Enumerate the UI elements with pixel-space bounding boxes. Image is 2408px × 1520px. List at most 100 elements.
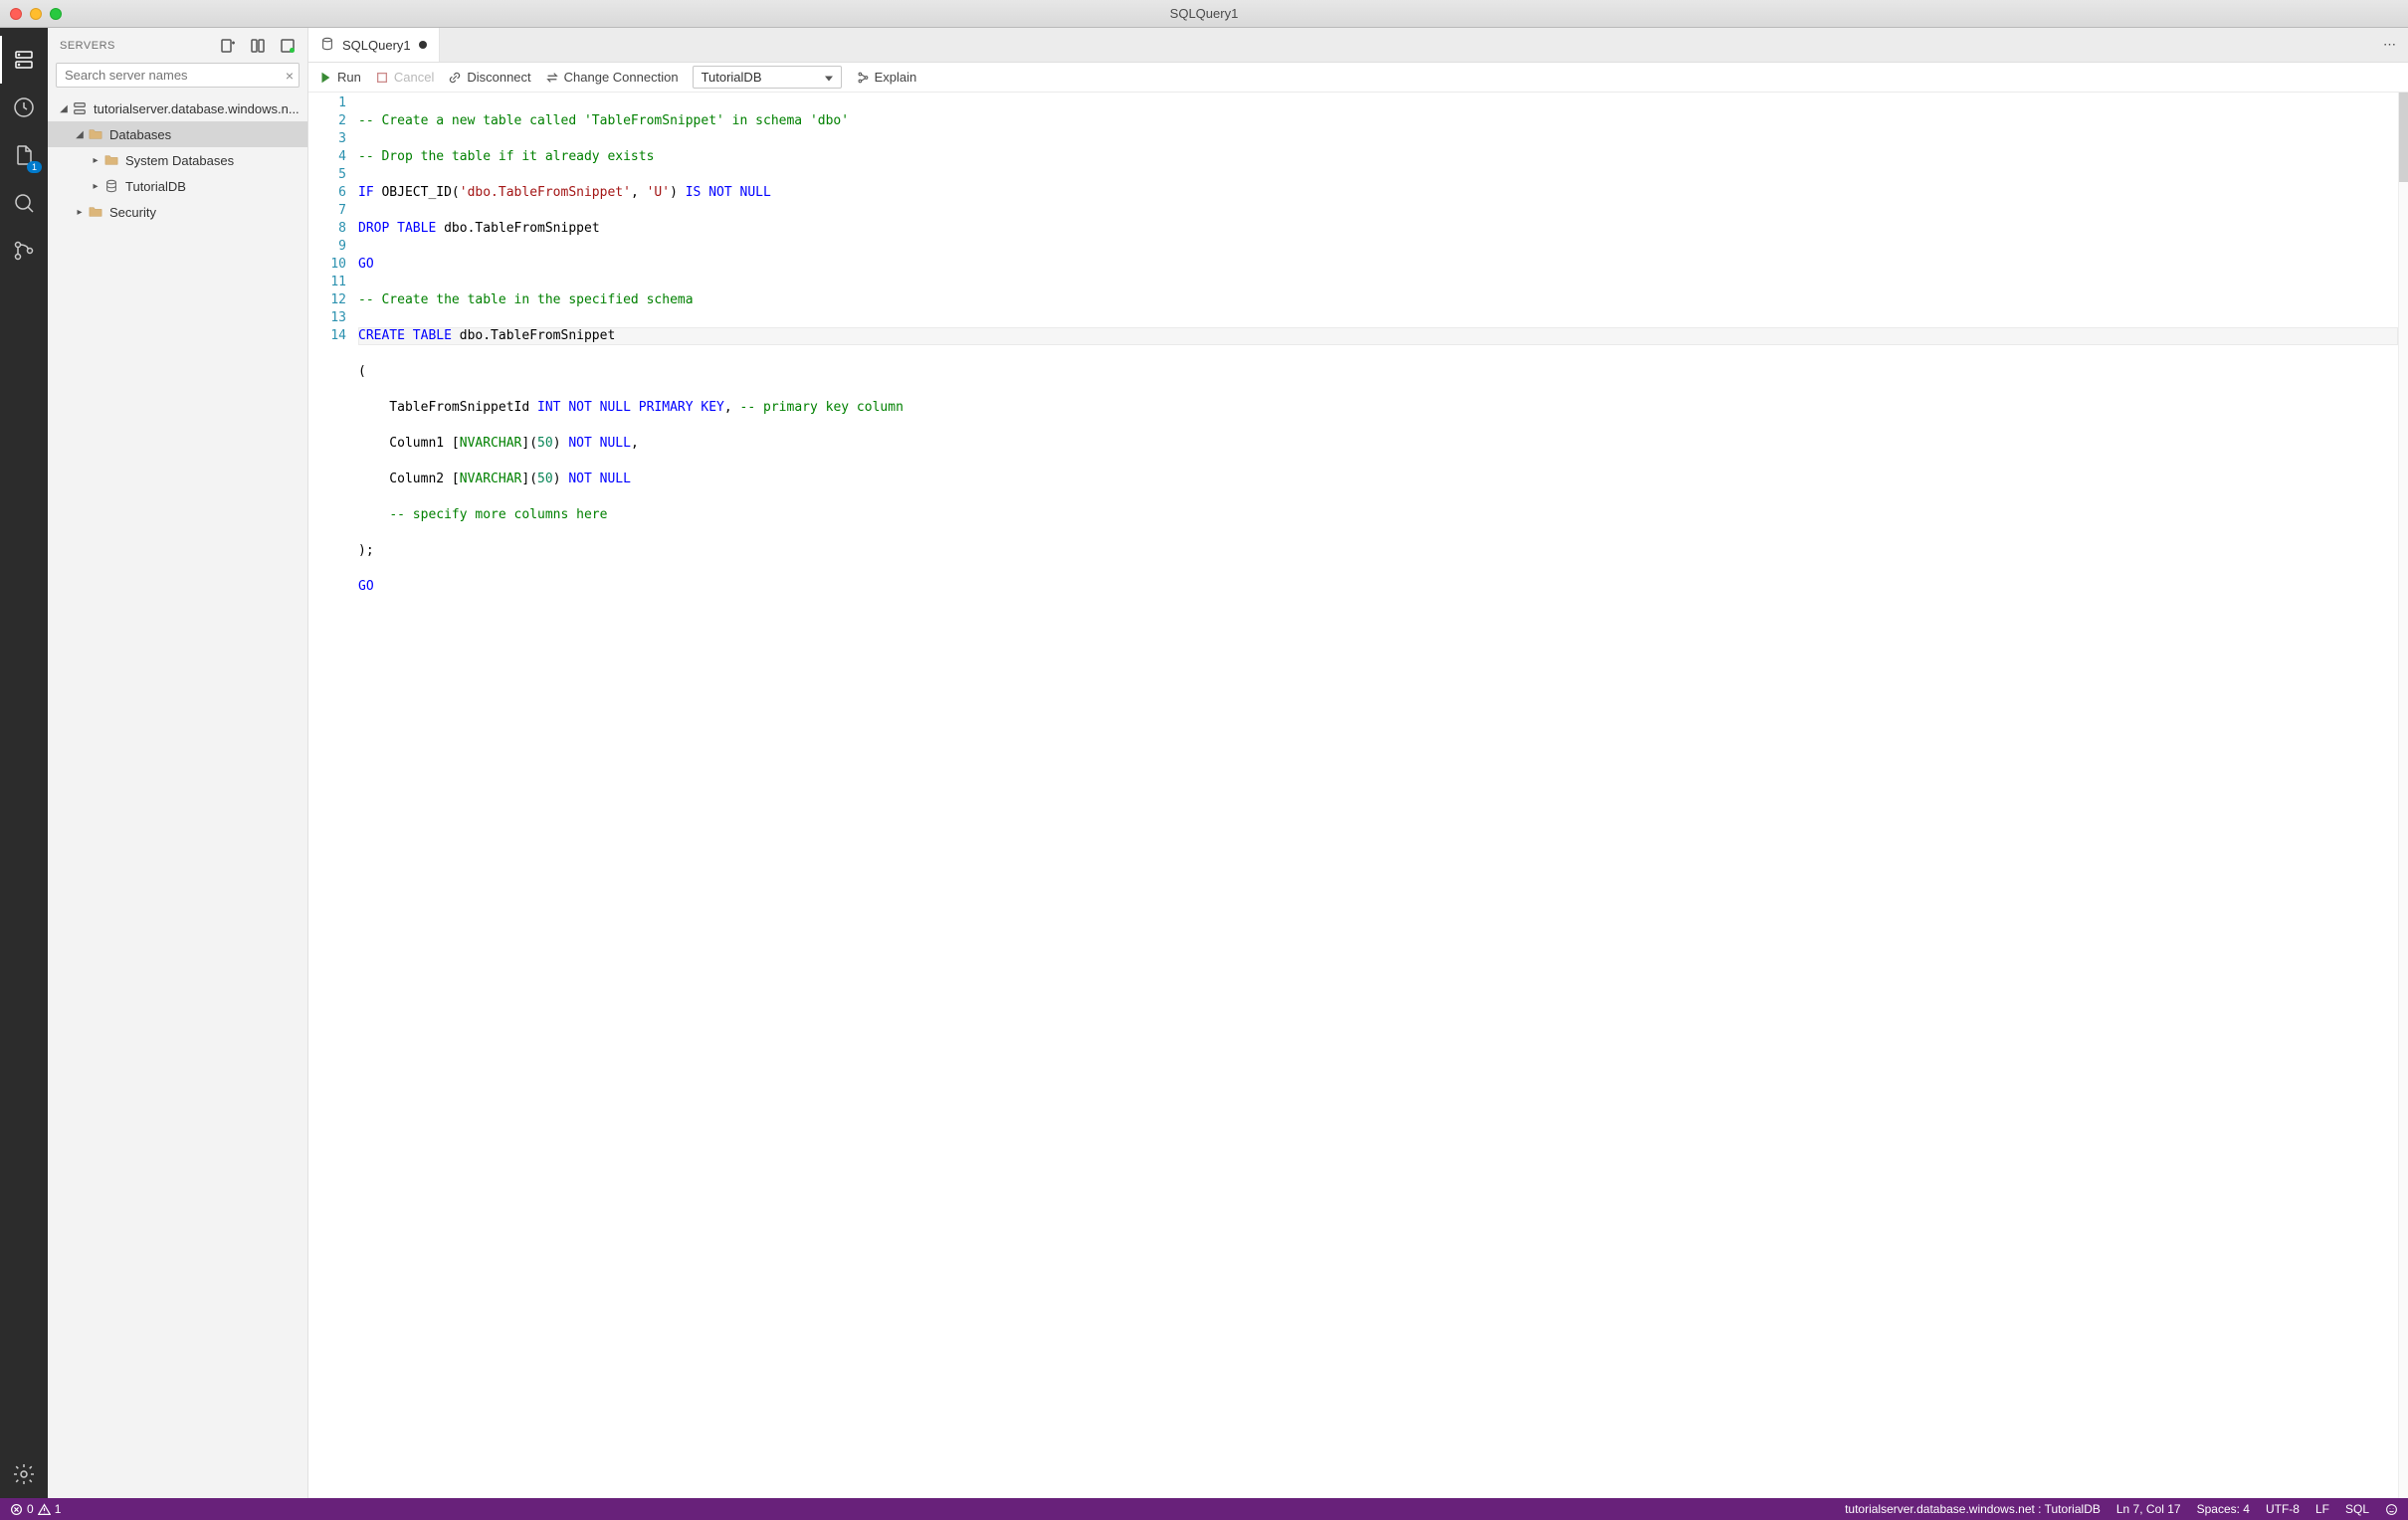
titlebar: SQLQuery1 xyxy=(0,0,2408,28)
code-token: INT xyxy=(537,400,560,415)
explain-icon xyxy=(856,71,870,85)
server-tree: ◢ tutorialserver.database.windows.n... ◢… xyxy=(48,94,307,227)
line-number: 4 xyxy=(308,148,346,166)
tree-system-databases[interactable]: ▸ System Databases xyxy=(48,147,307,173)
code-token: ( xyxy=(358,364,366,379)
status-warnings-count: 1 xyxy=(55,1502,62,1516)
cancel-label: Cancel xyxy=(394,70,434,85)
tree-security-label: Security xyxy=(109,205,156,220)
activity-servers[interactable] xyxy=(0,36,48,84)
twisty-collapsed-icon: ▸ xyxy=(88,155,103,166)
status-language-text: SQL xyxy=(2345,1502,2369,1516)
new-group-icon[interactable] xyxy=(250,38,266,54)
folder-icon xyxy=(88,126,103,142)
activity-explorer[interactable]: 1 xyxy=(0,131,48,179)
error-icon xyxy=(10,1503,23,1516)
code-token: -- Create the table in the specified sch… xyxy=(358,292,694,307)
sidebar-header: SERVERS xyxy=(48,28,307,63)
minimap-thumb[interactable] xyxy=(2399,93,2408,182)
code-token xyxy=(358,507,389,522)
code-token: OBJECT_ID( xyxy=(374,185,460,200)
status-feedback[interactable] xyxy=(2385,1503,2398,1516)
tree-security[interactable]: ▸ Security xyxy=(48,199,307,225)
database-selector[interactable]: TutorialDB xyxy=(693,66,842,89)
activity-settings[interactable] xyxy=(0,1450,48,1498)
line-number: 10 xyxy=(308,256,346,274)
database-icon xyxy=(103,178,119,194)
code-token: IS NOT NULL xyxy=(686,185,771,200)
change-connection-button[interactable]: Change Connection xyxy=(545,70,679,85)
code-token: Column2 [ xyxy=(358,472,460,486)
line-number: 3 xyxy=(308,130,346,148)
clear-search-icon[interactable]: × xyxy=(286,68,294,84)
activity-search[interactable] xyxy=(0,179,48,227)
code-token: GO xyxy=(358,579,374,594)
line-number: 8 xyxy=(308,220,346,238)
folder-icon xyxy=(88,204,103,220)
status-language[interactable]: SQL xyxy=(2345,1502,2369,1516)
status-eol[interactable]: LF xyxy=(2315,1502,2329,1516)
expand-icon[interactable] xyxy=(280,38,296,54)
tab-sqlquery1[interactable]: SQLQuery1 xyxy=(308,28,440,62)
disconnect-button[interactable]: Disconnect xyxy=(448,70,530,85)
line-number: 1 xyxy=(308,95,346,112)
code-token: , xyxy=(631,436,639,451)
new-connection-icon[interactable] xyxy=(220,38,236,54)
editor-area: SQLQuery1 ⋯ Run Cancel Disconnect xyxy=(308,28,2408,1498)
activity-task-history[interactable] xyxy=(0,84,48,131)
status-bar: 0 1 tutorialserver.database.windows.net … xyxy=(0,1498,2408,1520)
sql-file-icon xyxy=(320,37,334,54)
twisty-collapsed-icon: ▸ xyxy=(72,207,88,218)
server-node-icon xyxy=(72,100,88,116)
code-token: ); xyxy=(358,543,374,558)
change-connection-label: Change Connection xyxy=(564,70,679,85)
code-editor[interactable]: 1 2 3 4 5 6 7 8 9 10 11 12 13 14 -- Crea… xyxy=(308,93,2408,1498)
twisty-expanded-icon: ◢ xyxy=(72,129,88,140)
status-cursor-text: Ln 7, Col 17 xyxy=(2116,1502,2181,1516)
code-token: ) xyxy=(670,185,686,200)
run-label: Run xyxy=(337,70,361,85)
tree-tutorialdb[interactable]: ▸ TutorialDB xyxy=(48,173,307,199)
close-window-button[interactable] xyxy=(10,8,22,20)
explain-label: Explain xyxy=(875,70,917,85)
code-token: NOT NULL xyxy=(568,472,631,486)
tab-bar: SQLQuery1 ⋯ xyxy=(308,28,2408,63)
line-number: 9 xyxy=(308,238,346,256)
maximize-window-button[interactable] xyxy=(50,8,62,20)
app-window: SQLQuery1 1 xyxy=(0,0,2408,1520)
code-token: NOT NULL xyxy=(568,400,631,415)
status-problems[interactable]: 0 1 xyxy=(10,1502,61,1516)
status-encoding[interactable]: UTF-8 xyxy=(2266,1502,2300,1516)
database-selector-value: TutorialDB xyxy=(702,70,762,85)
server-search-input[interactable] xyxy=(56,63,300,88)
tree-server-root[interactable]: ◢ tutorialserver.database.windows.n... xyxy=(48,95,307,121)
code-token xyxy=(631,400,639,415)
activity-source-control[interactable] xyxy=(0,227,48,275)
code-token: -- specify more columns here xyxy=(389,507,607,522)
code-token: 50 xyxy=(537,472,553,486)
code-token: IF xyxy=(358,185,374,200)
tree-databases[interactable]: ◢ Databases xyxy=(48,121,307,147)
tab-more-actions[interactable]: ⋯ xyxy=(2371,28,2408,62)
code-token: ) xyxy=(553,472,569,486)
tree-tutorialdb-label: TutorialDB xyxy=(125,179,186,194)
status-indent-text: Spaces: 4 xyxy=(2197,1502,2250,1516)
sidebar-title: SERVERS xyxy=(60,40,115,52)
code-token: GO xyxy=(358,257,374,272)
code-content[interactable]: -- Create a new table called 'TableFromS… xyxy=(358,93,2398,1498)
status-indentation[interactable]: Spaces: 4 xyxy=(2197,1502,2250,1516)
status-cursor[interactable]: Ln 7, Col 17 xyxy=(2116,1502,2181,1516)
unsaved-indicator-icon xyxy=(419,41,427,49)
status-connection[interactable]: tutorialserver.database.windows.net : Tu… xyxy=(1845,1502,2101,1516)
code-token: 'U' xyxy=(647,185,670,200)
minimap[interactable] xyxy=(2398,93,2408,1498)
status-encoding-text: UTF-8 xyxy=(2266,1502,2300,1516)
run-button[interactable]: Run xyxy=(318,70,361,85)
status-eol-text: LF xyxy=(2315,1502,2329,1516)
explain-button[interactable]: Explain xyxy=(856,70,917,85)
disconnect-icon xyxy=(448,71,462,85)
minimize-window-button[interactable] xyxy=(30,8,42,20)
code-token: 50 xyxy=(537,436,553,451)
tree-sysdb-label: System Databases xyxy=(125,153,234,168)
line-number: 7 xyxy=(308,202,346,220)
